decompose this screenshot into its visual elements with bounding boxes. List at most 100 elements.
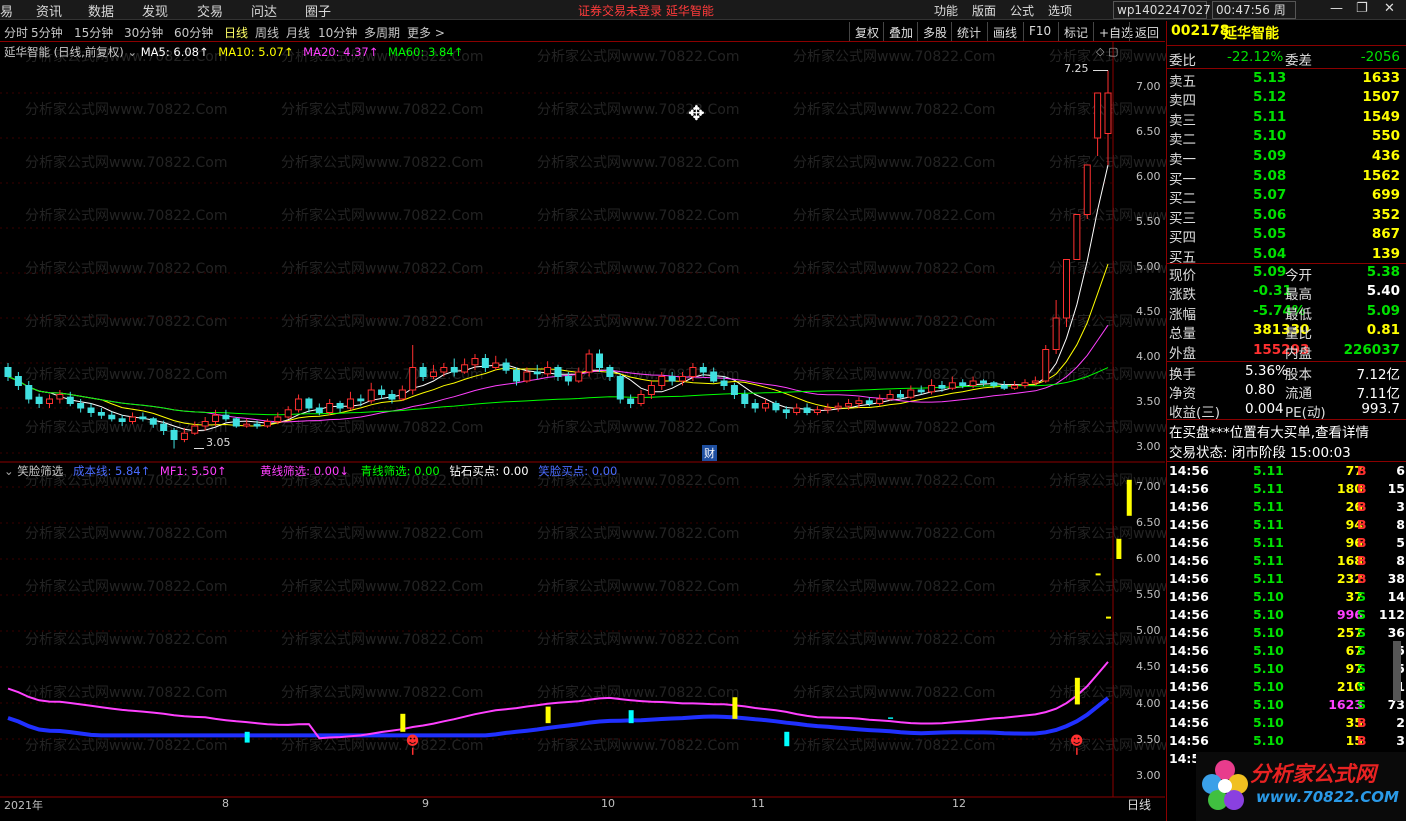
candle-body [772,403,780,411]
candle-body [56,394,64,400]
tick-count: 3 [1396,499,1405,514]
menu-layout[interactable]: 版面 [972,2,996,19]
candle-body [212,414,220,423]
candle-body [1042,349,1050,382]
buy-level[interactable]: 买四 5.05 867 [1167,226,1400,246]
candle-body [658,376,666,386]
period-label[interactable]: 日线 [1127,796,1151,813]
candle-body [284,409,292,418]
menu-item-wenda[interactable]: 问达 [251,1,277,20]
stat-label: 最低 [1285,306,1312,323]
level-price: 5.05 [1253,226,1287,243]
menu-item-data[interactable]: 数据 [88,1,114,20]
sell-level[interactable]: 卖一 5.09 436 [1167,148,1400,168]
tick-row: 14:56 5.10 35 B 2 [1167,715,1406,733]
tick-price: 5.10 [1253,679,1284,694]
candle-body [66,396,74,405]
diamond-icon[interactable]: ◇ ▢ [1096,45,1118,58]
candle-body [1094,92,1102,139]
menu-options[interactable]: 选项 [1048,2,1072,19]
weicha-value: -2056 [1360,49,1400,65]
candle-body [398,389,406,400]
level-volume: 1633 [1362,70,1400,86]
level-volume: 352 [1371,206,1400,223]
signal-mark [1095,573,1101,576]
candle-body [979,380,987,384]
axis-tick: 4.50 [1136,305,1161,318]
finance-badge[interactable]: 财 [702,445,717,461]
tick-side: B [1357,463,1367,478]
msg-text[interactable]: 在买盘***位置有大买单,查看详情 [1169,421,1369,441]
candle-body [1073,214,1081,260]
menu-item-discover[interactable]: 发现 [142,1,168,20]
level-price: 5.11 [1253,108,1287,125]
candle-body [637,394,645,404]
sell-level[interactable]: 卖四 5.12 1507 [1167,89,1400,109]
menu-formula[interactable]: 公式 [1010,2,1034,19]
candle-body [1011,385,1019,389]
tick-row: 14:56 5.10 15 B 3 [1167,733,1406,751]
level-volume: 867 [1371,226,1400,243]
big-order-msg[interactable]: 在买盘***位置有大买单,查看详情 [1167,421,1400,441]
sell-level[interactable]: 卖二 5.10 550 [1167,128,1400,148]
kline-chart[interactable]: ☻ ☻ [0,21,1165,821]
tick-side: S [1357,697,1367,712]
buy-level[interactable]: 买二 5.07 699 [1167,187,1400,207]
buy-level[interactable]: 买一 5.08 1562 [1167,168,1400,188]
sell-level[interactable]: 卖五 5.13 1633 [1167,70,1400,90]
maximize-icon[interactable]: ❐ [1356,1,1368,16]
candle-body [118,418,126,422]
close-icon[interactable]: ✕ [1384,1,1395,16]
candle-body [253,423,261,427]
axis-tick: 3.50 [1136,395,1161,408]
candle-body [855,400,863,404]
candle-body [886,394,894,400]
candle-body [896,394,904,398]
buy-level[interactable]: 买三 5.06 352 [1167,206,1400,227]
stat-value: 0.81 [1366,322,1400,339]
tick-row: 14:56 5.11 168 B 8 [1167,553,1406,571]
tick-price: 5.11 [1253,553,1284,568]
account-field[interactable]: wp1402247027 [1113,1,1211,19]
menu-item-circle[interactable]: 圈子 [305,1,331,20]
stat-label: 量比 [1285,326,1312,343]
sell-level[interactable]: 卖三 5.11 1549 [1167,108,1400,129]
candle-body [865,400,873,404]
tick-time: 14:56 [1169,607,1209,622]
minimize-icon[interactable]: — [1330,1,1343,16]
menu-item-trade[interactable]: 交易 [197,1,223,20]
menu-item-yi[interactable]: 易 [0,1,13,20]
tick-time: 14:56 [1169,517,1209,532]
candle-body [14,376,22,386]
candle-body [668,376,676,382]
candle-body [616,376,624,400]
axis-tick: 7.00 [1136,480,1161,493]
tick-side: B [1357,715,1367,730]
tick-price: 5.10 [1253,661,1284,676]
candle-body [77,403,85,409]
login-notice[interactable]: 证券交易未登录 延华智能 [578,2,714,19]
menu-function[interactable]: 功能 [934,2,958,19]
level-price: 5.08 [1253,168,1287,184]
buy-level[interactable]: 买五 5.04 139 [1167,246,1400,266]
menu-item-news[interactable]: 资讯 [36,1,62,20]
tick-time: 14:56 [1169,589,1209,604]
tick-row: 14:56 5.11 26 B 3 [1167,499,1406,517]
candle-body [575,371,583,382]
ma5-line [7,164,1109,432]
candle-body [813,409,821,413]
tick-price: 5.11 [1253,517,1284,532]
tick-row: 14:56 5.10 1623 S 73 [1167,697,1406,715]
month-label: 9 [422,797,429,810]
candle-body [1104,92,1112,134]
tick-row: 14:56 5.11 94 B 8 [1167,517,1406,535]
tick-price: 5.10 [1253,733,1284,748]
tick-count: 2 [1396,715,1405,730]
candle-body [1083,164,1091,215]
tick-count: 6 [1396,463,1405,478]
scrollbar[interactable] [1393,641,1401,701]
tick-time: 14:56 [1169,571,1209,586]
weibi-value: -22.12% [1227,49,1284,65]
stat-label: 股本 [1285,367,1312,383]
candle-body [1031,380,1039,384]
